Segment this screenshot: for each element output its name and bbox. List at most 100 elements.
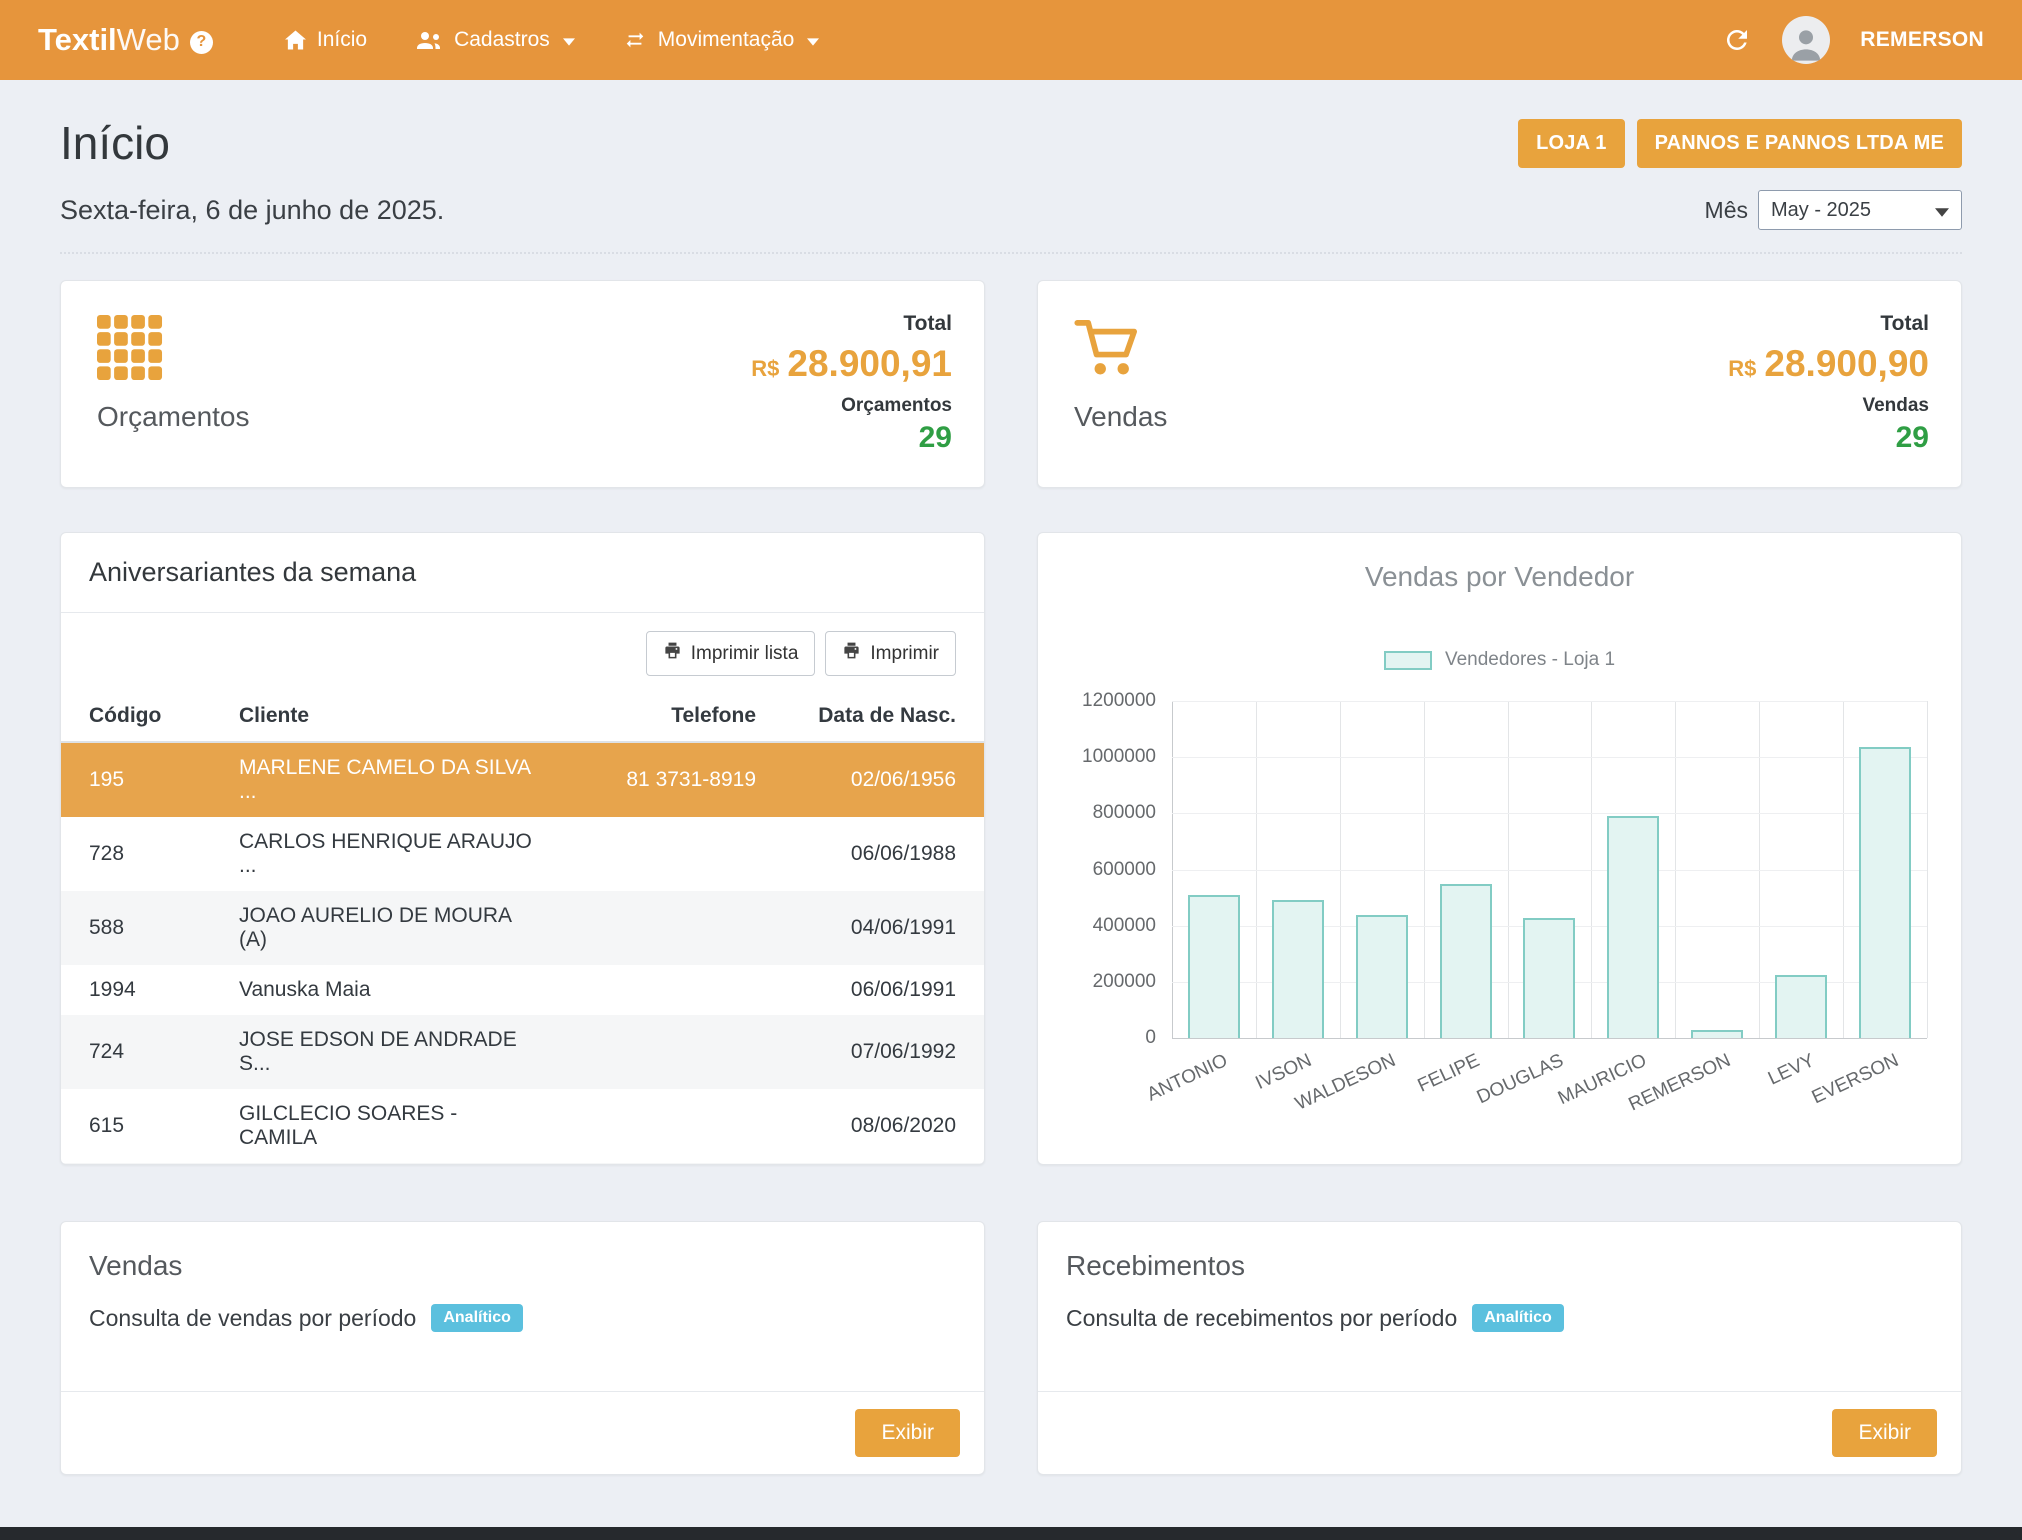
- summary-card-label: Vendas: [1074, 401, 1167, 433]
- total-label: Total: [1728, 311, 1929, 337]
- print-button[interactable]: Imprimir: [825, 631, 956, 676]
- gridline: [1927, 701, 1928, 1038]
- table-row[interactable]: 724JOSE EDSON DE ANDRADE S...07/06/1992: [61, 1015, 984, 1089]
- exibir-button[interactable]: Exibir: [1832, 1409, 1937, 1457]
- gridline: [1172, 813, 1927, 814]
- recebimentos-report-card: Recebimentos Consulta de recebimentos po…: [1037, 1221, 1962, 1475]
- sales-chart-card: Vendas por Vendedor Vendedores - Loja 1 …: [1037, 532, 1962, 1165]
- analitico-badge: Analítico: [1472, 1304, 1564, 1332]
- summary-card-orcamentos: Orçamentos Total R$28.900,91 Orçamentos …: [60, 280, 985, 488]
- navbar: TextilWeb ? Início Cadastros Movimentaçã…: [0, 0, 2022, 80]
- nav-right: REMERSON: [1722, 16, 1984, 64]
- exibir-button[interactable]: Exibir: [855, 1409, 960, 1457]
- brand[interactable]: TextilWeb ?: [38, 22, 213, 58]
- y-axis-tick: 600000: [1048, 859, 1156, 881]
- main-content: Início LOJA 1 PANNOS E PANNOS LTDA ME Se…: [0, 80, 2022, 1475]
- month-select[interactable]: May - 2025: [1758, 190, 1962, 230]
- nav-item-cadastros[interactable]: Cadastros: [415, 28, 575, 52]
- chevron-down-icon: [807, 38, 819, 46]
- chart-bar[interactable]: [1440, 884, 1492, 1038]
- chevron-down-icon: [563, 38, 575, 46]
- page-footer: [0, 1527, 2022, 1540]
- user-avatar-icon[interactable]: [1782, 16, 1830, 64]
- column-header: Data de Nasc.: [784, 692, 984, 742]
- summary-card-label: Orçamentos: [97, 401, 250, 433]
- y-axis-tick: 0: [1048, 1027, 1156, 1049]
- card-title: Recebimentos: [1038, 1222, 1961, 1282]
- count-value: 29: [751, 419, 952, 457]
- nav-item-label: Cadastros: [454, 28, 550, 52]
- chart-bar[interactable]: [1356, 915, 1408, 1038]
- total-label: Total: [751, 311, 952, 337]
- legend-label: Vendedores - Loja 1: [1445, 649, 1615, 671]
- gridline: [1172, 870, 1927, 871]
- chart-legend[interactable]: Vendedores - Loja 1: [1038, 649, 1961, 671]
- count-label: Vendas: [1728, 394, 1929, 418]
- vendas-report-card: Vendas Consulta de vendas por período An…: [60, 1221, 985, 1475]
- birthdays-title: Aniversariantes da semana: [61, 533, 984, 613]
- y-axis-tick: 1200000: [1048, 690, 1156, 712]
- column-header: Cliente: [211, 692, 569, 742]
- birthdays-table: CódigoClienteTelefoneData de Nasc. 195MA…: [61, 692, 984, 1165]
- refresh-icon[interactable]: [1722, 25, 1752, 55]
- gridline: [1172, 701, 1927, 702]
- chart-bar[interactable]: [1859, 747, 1911, 1038]
- total-amount: R$28.900,91: [751, 341, 952, 387]
- column-header: Telefone: [569, 692, 784, 742]
- home-icon: [285, 30, 306, 50]
- gridline: [1172, 757, 1927, 758]
- x-axis-tick: LEVY: [1765, 1050, 1818, 1090]
- chart-title: Vendas por Vendedor: [1038, 561, 1961, 593]
- x-axis-tick: DOUGLAS: [1473, 1050, 1567, 1109]
- summary-card-vendas: Vendas Total R$28.900,90 Vendas 29: [1037, 280, 1962, 488]
- date-row: Sexta-feira, 6 de junho de 2025. Mês May…: [60, 190, 1962, 254]
- user-name[interactable]: REMERSON: [1860, 28, 1984, 52]
- chart-bar[interactable]: [1523, 918, 1575, 1038]
- birthdays-table-head-row: CódigoClienteTelefoneData de Nasc.: [61, 692, 984, 742]
- chart-bar[interactable]: [1272, 900, 1324, 1038]
- month-label: Mês: [1705, 197, 1748, 224]
- calculator-grid-icon: [97, 311, 250, 385]
- date-text: Sexta-feira, 6 de junho de 2025.: [60, 195, 444, 226]
- company-button[interactable]: PANNOS E PANNOS LTDA ME: [1637, 119, 1962, 168]
- printer-icon: [842, 641, 861, 666]
- chart-bar[interactable]: [1691, 1030, 1743, 1038]
- table-row[interactable]: 615GILCLECIO SOARES - CAMILA08/06/2020: [61, 1089, 984, 1163]
- nav-item-movimentacao[interactable]: Movimentação: [623, 28, 820, 52]
- table-row[interactable]: 195MARLENE CAMELO DA SILVA ...81 3731-89…: [61, 742, 984, 817]
- store-button[interactable]: LOJA 1: [1518, 119, 1624, 168]
- company-buttons: LOJA 1 PANNOS E PANNOS LTDA ME: [1518, 119, 1962, 168]
- chart-plot: 020000040000060000080000010000001200000A…: [1172, 701, 1927, 1038]
- print-list-button[interactable]: Imprimir lista: [646, 631, 816, 676]
- shopping-cart-icon: [1074, 311, 1167, 385]
- legend-swatch: [1384, 651, 1432, 670]
- table-row[interactable]: 588JOAO AURELIO DE MOURA (A)04/06/1991: [61, 891, 984, 965]
- chart-bar[interactable]: [1775, 975, 1827, 1038]
- exchange-arrows-icon: [623, 29, 647, 51]
- gridline: [1172, 1038, 1927, 1039]
- brand-bold: Textil: [38, 22, 117, 57]
- y-axis-tick: 1000000: [1048, 746, 1156, 768]
- x-axis-tick: EVERSON: [1809, 1050, 1903, 1109]
- y-axis-tick: 800000: [1048, 802, 1156, 824]
- nav-item-label: Movimentação: [658, 28, 795, 52]
- printer-icon: [663, 641, 682, 666]
- nav-item-inicio[interactable]: Início: [285, 28, 367, 52]
- help-icon[interactable]: ?: [190, 31, 213, 54]
- total-amount: R$28.900,90: [1728, 341, 1929, 387]
- chart-bar[interactable]: [1188, 895, 1240, 1038]
- analitico-badge: Analítico: [431, 1304, 523, 1332]
- table-row[interactable]: 1994Vanuska Maia06/06/1991: [61, 965, 984, 1015]
- y-axis-tick: 200000: [1048, 971, 1156, 993]
- nav-items: Início Cadastros Movimentação: [285, 28, 819, 52]
- count-value: 29: [1728, 419, 1929, 457]
- table-row[interactable]: 728CARLOS HENRIQUE ARAUJO ...06/06/1988: [61, 817, 984, 891]
- users-icon: [415, 30, 443, 50]
- card-title: Vendas: [61, 1222, 984, 1282]
- chart-bar[interactable]: [1607, 816, 1659, 1038]
- count-label: Orçamentos: [751, 394, 952, 418]
- table-row[interactable]: 950MATHEUS FELIPE FERREIRA ...02/06/2023: [61, 1163, 984, 1165]
- nav-item-label: Início: [317, 28, 367, 52]
- birthdays-card: Aniversariantes da semana Imprimir lista…: [60, 532, 985, 1165]
- card-description: Consulta de vendas por período: [89, 1305, 416, 1332]
